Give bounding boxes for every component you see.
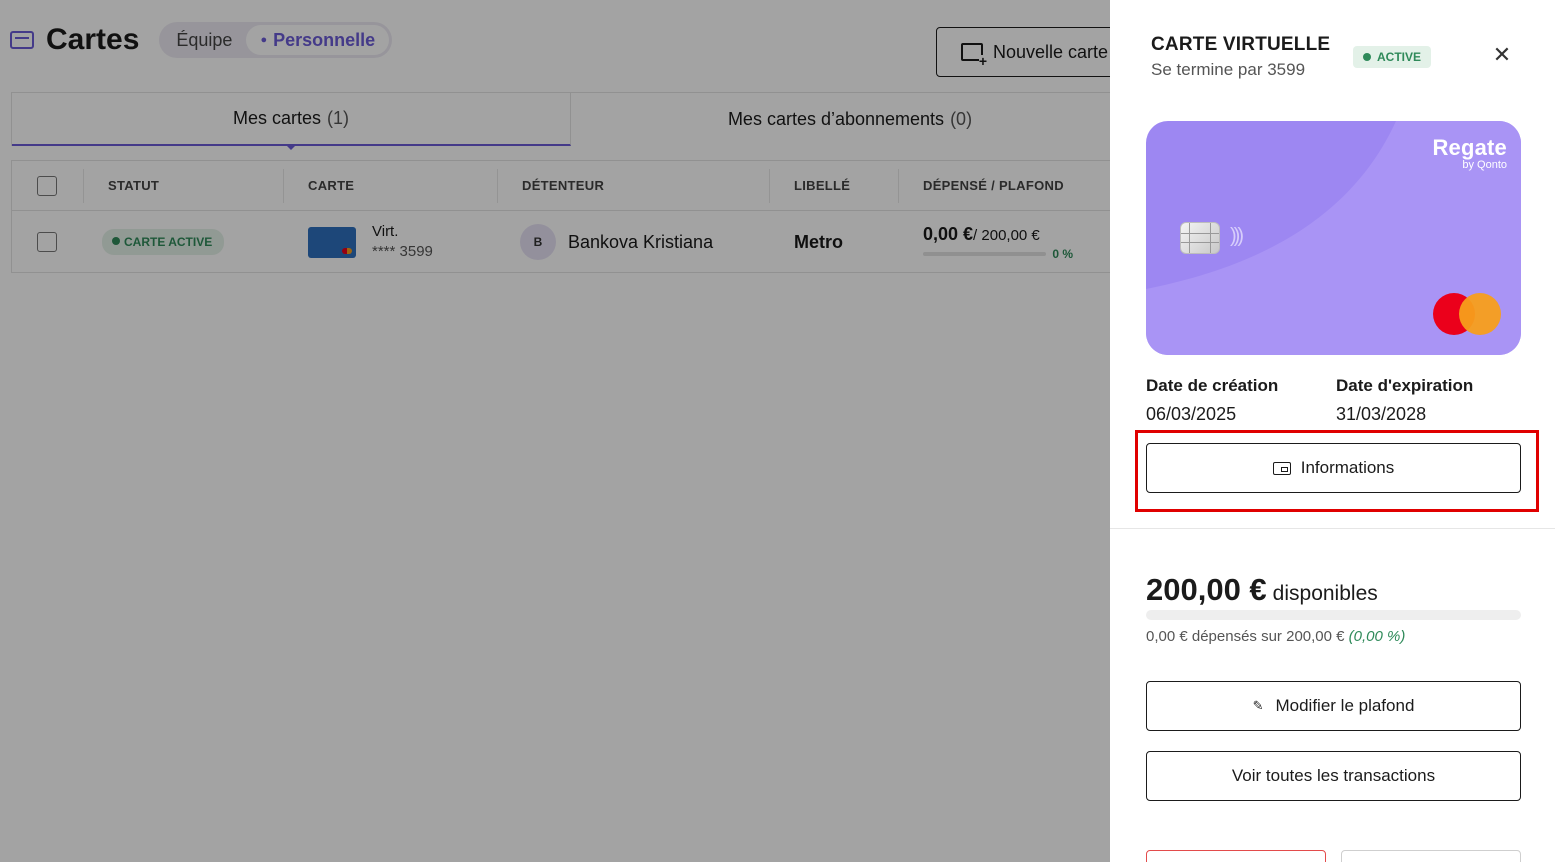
- creation-date-label: Date de création: [1146, 376, 1279, 395]
- card-brand: Regate: [1432, 135, 1507, 160]
- chip-icon: [1180, 222, 1220, 254]
- card-detail-panel: CARTE VIRTUELLE Se termine par 3599 ACTI…: [1110, 0, 1555, 862]
- panel-title: CARTE VIRTUELLE: [1151, 34, 1331, 55]
- modify-limit-label: Modifier le plafond: [1275, 696, 1415, 715]
- expiration-date-value: 31/03/2028: [1336, 404, 1427, 424]
- available-label: disponibles: [1272, 582, 1378, 605]
- secondary-action-button[interactable]: [1341, 850, 1521, 862]
- all-transactions-label: Voir toutes les transactions: [1231, 766, 1436, 785]
- available-amount: 200,00 €: [1146, 572, 1267, 607]
- card-icon: [1272, 461, 1291, 475]
- spent-percent: (0,00 %): [1348, 628, 1406, 645]
- mastercard-logo-icon: [1433, 293, 1501, 335]
- contactless-icon: ))): [1230, 225, 1244, 247]
- informations-label: Informations: [1300, 458, 1395, 477]
- pencil-icon: ✎: [1252, 698, 1264, 713]
- informations-button[interactable]: Informations: [1146, 443, 1521, 493]
- close-icon[interactable]: ✕: [1490, 43, 1514, 67]
- spent-summary: 0,00 € dépensés sur 200,00 € (0,00 %): [1146, 628, 1405, 645]
- panel-subtitle: Se termine par 3599: [1151, 60, 1306, 79]
- all-transactions-button[interactable]: Voir toutes les transactions: [1146, 751, 1521, 801]
- modify-limit-button[interactable]: ✎ Modifier le plafond: [1146, 681, 1521, 731]
- expiration-date-label: Date d'expiration: [1336, 376, 1474, 395]
- available-balance: 200,00 € disponibles: [1146, 572, 1378, 608]
- spent-text: 0,00 € dépensés sur 200,00 €: [1146, 628, 1345, 645]
- creation-date-value: 06/03/2025: [1146, 404, 1237, 424]
- status-badge: ACTIVE: [1353, 46, 1432, 68]
- modal-backdrop[interactable]: [0, 0, 1110, 862]
- card-dates: Date de création 06/03/2025 Date d'expir…: [1146, 376, 1526, 425]
- divider: [1110, 528, 1555, 529]
- virtual-card-visual: Regate by Qonto ))): [1146, 121, 1521, 355]
- destructive-action-button[interactable]: [1146, 850, 1326, 862]
- spending-progress-bar: [1146, 610, 1521, 620]
